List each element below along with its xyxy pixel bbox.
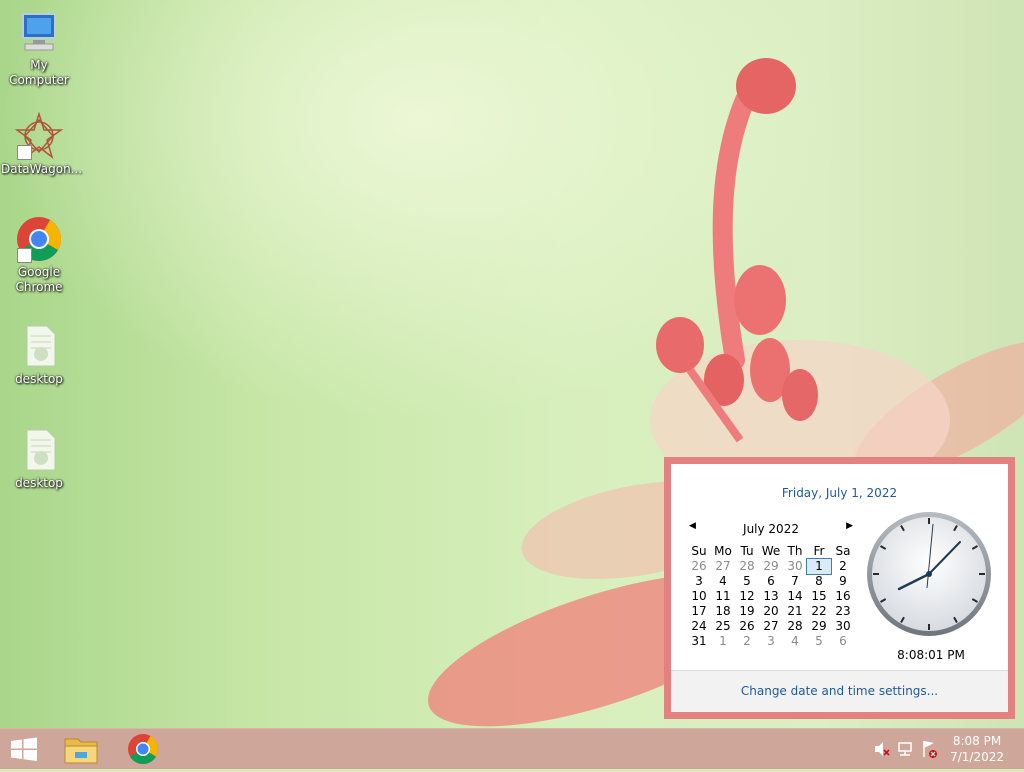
calendar-day[interactable]: 29 <box>807 619 831 634</box>
calendar-day[interactable]: 20 <box>759 604 783 619</box>
calendar-day[interactable]: 30 <box>783 559 807 574</box>
taskbar-date: 7/1/2022 <box>950 750 1004 764</box>
calendar-day[interactable]: 11 <box>711 589 735 604</box>
analog-clock-icon <box>867 512 991 636</box>
calendar-week-row: 3456789 <box>687 574 855 589</box>
shortcut-arrow-icon <box>17 248 32 263</box>
desktop-icon-label: DataWagon... <box>1 162 83 176</box>
calendar-day[interactable]: 3 <box>759 634 783 649</box>
digital-clock-time: 8:08:01 PM <box>897 648 965 662</box>
calendar-day[interactable]: 25 <box>711 619 735 634</box>
calendar-day[interactable]: 21 <box>783 604 807 619</box>
desktop-icon-label: Google Chrome <box>15 265 63 294</box>
calendar-day[interactable]: 6 <box>831 634 855 649</box>
calendar-day[interactable]: 28 <box>735 559 759 574</box>
shortcut-arrow-icon <box>17 145 32 160</box>
date-time-flyout: Friday, July 1, 2022 ◀ July 2022 ▶ Su Mo T… <box>664 457 1015 719</box>
weekday-header: Su <box>691 544 707 558</box>
my-computer-icon <box>15 8 63 56</box>
calendar-week-row: 31 1 2 3 4 5 6 <box>687 634 855 649</box>
taskbar-clock[interactable]: 8:08 PM 7/1/2022 <box>950 733 1004 765</box>
calendar-week-row: 17 18 19 20 21 22 23 <box>687 604 855 619</box>
chrome-icon <box>15 215 63 263</box>
weekday-header: Sa <box>835 544 851 558</box>
weekday-header-row: Su Mo Tu We Th Fr Sa <box>687 544 855 559</box>
calendar-day[interactable]: 28 <box>783 619 807 634</box>
month-title[interactable]: July 2022 <box>689 522 853 536</box>
calendar-day[interactable]: 8 <box>807 574 831 589</box>
calendar-day[interactable]: 27 <box>759 619 783 634</box>
calendar-day[interactable]: 29 <box>759 559 783 574</box>
taskbar: 8:08 PM 7/1/2022 <box>0 728 1024 769</box>
weekday-header: Fr <box>813 544 825 558</box>
calendar-day[interactable]: 19 <box>735 604 759 619</box>
calendar-day[interactable]: 13 <box>759 589 783 604</box>
taskbar-google-chrome[interactable] <box>116 729 168 769</box>
calendar-week-row: 26 27 28 29 30 1 2 <box>687 558 855 575</box>
chrome-icon <box>128 734 158 765</box>
calendar-day[interactable]: 17 <box>687 604 711 619</box>
calendar-day[interactable]: 31 <box>687 634 711 649</box>
calendar-day[interactable]: 4 <box>711 574 735 589</box>
desktop-icon-datawagon[interactable]: DataWagon... <box>1 111 83 177</box>
weekday-header: Mo <box>714 544 732 558</box>
calendar-day[interactable]: 26 <box>687 559 711 574</box>
file-icon <box>15 426 63 474</box>
calendar-day[interactable]: 2 <box>735 634 759 649</box>
desktop-icon-label: desktop <box>15 476 63 490</box>
date-time-flyout-body: Friday, July 1, 2022 ◀ July 2022 ▶ Su Mo T… <box>671 464 1008 712</box>
calendar-day[interactable]: 7 <box>783 574 807 589</box>
desktop-icon-my-computer[interactable]: My Computer <box>1 8 77 88</box>
folder-icon <box>64 738 98 764</box>
calendar-day[interactable]: 10 <box>687 589 711 604</box>
calendar-day[interactable]: 3 <box>687 574 711 589</box>
calendar-day[interactable]: 14 <box>783 589 807 604</box>
calendar-day[interactable]: 12 <box>735 589 759 604</box>
calendar-month-header: ◀ July 2022 ▶ <box>689 521 853 536</box>
taskbar-time: 8:08 PM <box>952 734 1002 748</box>
calendar-day[interactable]: 2 <box>831 559 855 574</box>
calendar-day[interactable]: 9 <box>831 574 855 589</box>
desktop-icon-file-1[interactable]: desktop <box>1 322 77 387</box>
weekday-header: We <box>761 544 781 558</box>
desktop-icon-google-chrome[interactable]: Google Chrome <box>1 215 77 295</box>
calendar-day[interactable]: 16 <box>831 589 855 604</box>
start-button[interactable] <box>0 729 48 769</box>
calendar-day[interactable]: 6 <box>759 574 783 589</box>
calendar-week-row: 24 25 26 27 28 29 30 <box>687 619 855 634</box>
volume-muted-icon[interactable] <box>872 729 892 769</box>
desktop-icon-label: My Computer <box>9 58 69 87</box>
calendar-day[interactable]: 27 <box>711 559 735 574</box>
previous-month-arrow-icon[interactable]: ◀ <box>689 521 696 531</box>
weekday-header: Tu <box>740 544 754 558</box>
file-icon <box>15 322 63 370</box>
datawagon-icon <box>14 111 64 160</box>
calendar-day[interactable]: 22 <box>807 604 831 619</box>
calendar-day[interactable]: 30 <box>831 619 855 634</box>
calendar-grid: Su Mo Tu We Th Fr Sa 26 27 28 29 30 1 2 3 4 5 6 7 8 9 10 11 12… <box>687 544 855 649</box>
action-center-flag-icon[interactable] <box>920 729 940 769</box>
calendar-day[interactable]: 5 <box>807 634 831 649</box>
calendar-day[interactable]: 1 <box>711 634 735 649</box>
calendar-day-today[interactable]: 1 <box>806 558 832 575</box>
flyout-footer: Change date and time settings... <box>671 670 1008 712</box>
calendar-day[interactable]: 23 <box>831 604 855 619</box>
calendar-day[interactable]: 5 <box>735 574 759 589</box>
next-month-arrow-icon[interactable]: ▶ <box>846 521 853 531</box>
calendar-day[interactable]: 26 <box>735 619 759 634</box>
weekday-header: Th <box>787 544 803 558</box>
windows-logo-icon <box>11 737 37 761</box>
calendar-day[interactable]: 24 <box>687 619 711 634</box>
calendar-week-row: 10 11 12 13 14 15 16 <box>687 589 855 604</box>
network-icon[interactable] <box>896 729 916 769</box>
calendar-day[interactable]: 4 <box>783 634 807 649</box>
desktop-icon-file-2[interactable]: desktop <box>1 426 77 491</box>
change-date-time-settings-link[interactable]: Change date and time settings... <box>741 684 938 698</box>
calendar-day[interactable]: 18 <box>711 604 735 619</box>
desktop-icon-label: desktop <box>15 372 63 386</box>
taskbar-file-explorer[interactable] <box>56 729 106 769</box>
long-date-link[interactable]: Friday, July 1, 2022 <box>671 486 1008 500</box>
calendar-day[interactable]: 15 <box>807 589 831 604</box>
